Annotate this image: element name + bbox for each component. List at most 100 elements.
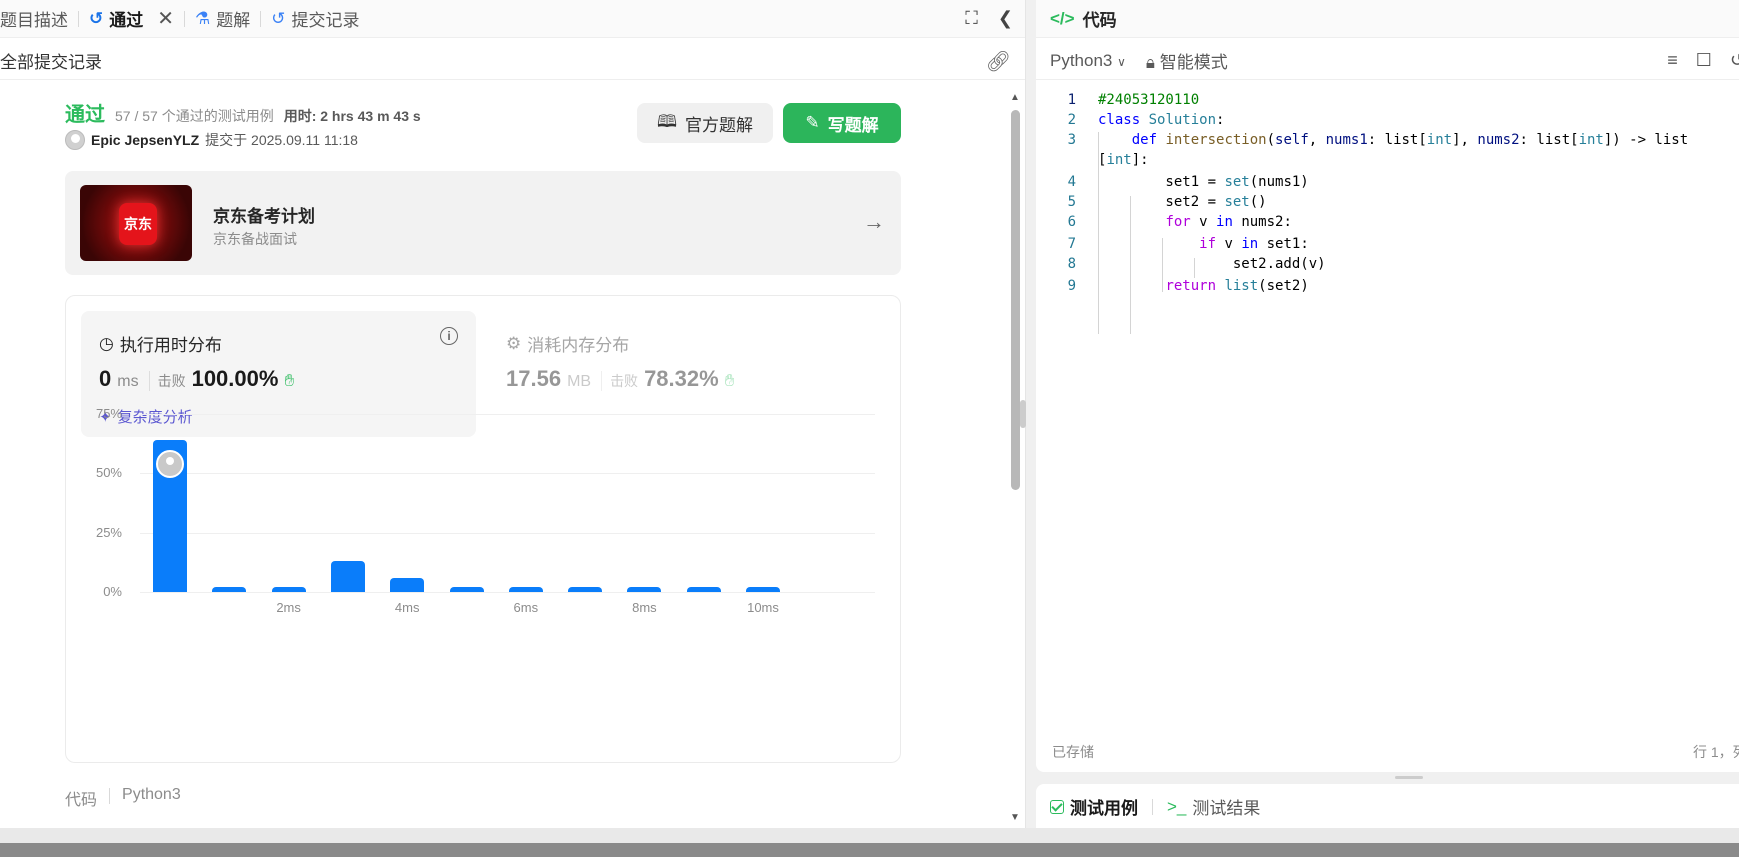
- tab-accepted-label: 通过: [109, 11, 144, 30]
- testcase-pane: 测试用例 >_ 测试结果: [1036, 784, 1739, 828]
- pane-resize-handle[interactable]: [1020, 400, 1026, 428]
- author-name[interactable]: Epic JepsenYLZ: [91, 132, 199, 148]
- code-token: if: [1199, 236, 1217, 252]
- y-tick-label: 0%: [103, 584, 122, 599]
- chevron-left-icon[interactable]: ❮: [998, 8, 1013, 29]
- scrollbar[interactable]: ▲ ▼: [1008, 92, 1022, 823]
- close-icon[interactable]: ✕: [157, 6, 174, 31]
- tab-description-label: 题目描述: [0, 11, 68, 30]
- gridline: [140, 414, 875, 415]
- x-tick-label: 10ms: [747, 600, 779, 615]
- line-number: 3: [1067, 132, 1076, 148]
- code-line: 3 def intersection(self, nums1: list[int…: [1036, 132, 1689, 154]
- author-line: Epic JepsenYLZ 提交于 2025.09.11 11:18: [65, 130, 358, 150]
- runtime-unit: ms: [117, 373, 139, 390]
- chart-bar[interactable]: [686, 587, 721, 592]
- write-solution-label: 写题解: [827, 115, 879, 135]
- chip-icon: ⚙: [506, 333, 522, 353]
- chart-bar[interactable]: [212, 587, 247, 592]
- tab-bar: 题目描述 ↺ 通过 ✕ ⚗ 题解 ↺ 提交记录 ⛶ ❮: [0, 0, 1025, 38]
- code-text: set1 = set(nums1): [1098, 174, 1309, 190]
- editor-toolbar: Python3 ∨ 🔒︎ 智能模式 ≡ ☐ ↺: [1036, 42, 1739, 80]
- runtime-beat-label: 击败: [148, 371, 186, 391]
- code-token: nums1: [1325, 132, 1368, 148]
- line-number: 5: [1067, 194, 1076, 210]
- code-editor[interactable]: 1 #24053120110 2 class Solution: 3 def int…: [1036, 88, 1739, 668]
- chart-bar[interactable]: [746, 587, 780, 592]
- code-token: int: [1426, 132, 1453, 148]
- official-solution-label: 官方题解: [685, 115, 754, 135]
- all-submissions-link[interactable]: 全部提交记录: [0, 48, 102, 73]
- scroll-up-icon[interactable]: ▲: [1010, 92, 1020, 103]
- language-select[interactable]: Python3 ∨: [1050, 51, 1126, 71]
- chart-bar[interactable]: [271, 587, 306, 592]
- official-solution-button[interactable]: 🕮︎ 官方题解: [637, 103, 773, 143]
- line-number: 6: [1067, 214, 1076, 230]
- memory-title-text: 消耗内存分布: [527, 336, 630, 355]
- user-avatar-marker: [156, 450, 184, 479]
- complexity-analysis-label: 复杂度分析: [117, 409, 193, 426]
- history-icon: ↺: [89, 8, 104, 28]
- avatar[interactable]: [65, 130, 85, 150]
- promo-image: 京东: [80, 185, 192, 261]
- code-token: in: [1216, 214, 1233, 230]
- lock-icon: 🔒︎: [1145, 53, 1155, 72]
- line-number: 2: [1067, 112, 1076, 128]
- line-number: 4: [1067, 174, 1076, 190]
- tab-description[interactable]: 题目描述: [0, 0, 78, 38]
- code-token: return: [1165, 278, 1217, 294]
- code-token: nums2: [1477, 132, 1520, 148]
- chart-bar[interactable]: [330, 561, 365, 592]
- code-token: self: [1275, 132, 1309, 148]
- code-line: 9 return list(set2): [1036, 278, 1309, 300]
- tab-test-result-label: 测试结果: [1192, 799, 1261, 818]
- format-icon[interactable]: ≡: [1667, 50, 1678, 71]
- memory-value: 17.56: [506, 366, 562, 391]
- code-language: Python3: [122, 786, 181, 803]
- x-tick-label: 4ms: [394, 600, 420, 615]
- tab-submissions[interactable]: ↺ 提交记录: [261, 0, 369, 38]
- fullscreen-icon[interactable]: ⛶: [965, 8, 978, 29]
- runtime-distribution-chart[interactable]: 0%25%50%75%2ms4ms6ms8ms10ms2ms4ms6ms8ms1…: [66, 406, 902, 857]
- memory-panel[interactable]: ⚙ 消耗内存分布 17.56 MB 击败 78.32% ✋︎: [506, 311, 886, 437]
- tab-submissions-label: 提交记录: [291, 11, 360, 30]
- chart-bar[interactable]: [508, 587, 543, 592]
- promo-subtitle: 京东备战面试: [213, 231, 297, 247]
- chart-bar[interactable]: [568, 587, 603, 592]
- code-token: int: [1578, 132, 1604, 148]
- smart-mode-toggle[interactable]: 🔒︎ 智能模式: [1146, 48, 1228, 73]
- code-section-header: 代码 Python3: [65, 786, 181, 810]
- tab-testcase[interactable]: 测试用例: [1050, 794, 1138, 819]
- reset-icon[interactable]: ↺: [1730, 50, 1739, 71]
- code-text: set2.add(v): [1098, 256, 1326, 272]
- y-tick-label: 50%: [95, 465, 122, 481]
- bookmark-icon[interactable]: ☐: [1696, 50, 1712, 71]
- app-root: 题目描述 ↺ 通过 ✕ ⚗ 题解 ↺ 提交记录 ⛶ ❮ 全部提交记录 🔗︎ 通过…: [0, 0, 1739, 857]
- result-summary: 通过 57 / 57 个通过的测试用例 用时: 2 hrs 43 m 43 s: [65, 98, 421, 127]
- line-number: 9: [1067, 278, 1076, 294]
- chart-bar[interactable]: [449, 587, 484, 592]
- horizontal-resize-handle[interactable]: [1395, 776, 1423, 779]
- link-icon[interactable]: 🔗︎: [986, 49, 1011, 74]
- editor-title: 代码: [1082, 11, 1117, 30]
- scroll-down-icon[interactable]: ▼: [1010, 812, 1020, 823]
- tab-test-result[interactable]: >_ 测试结果: [1167, 794, 1260, 819]
- code-token: Solution: [1148, 112, 1217, 128]
- code-line: 7 if v in set1:: [1036, 236, 1309, 258]
- chart-bar[interactable]: [390, 577, 425, 592]
- memory-values: 17.56 MB 击败 78.32% ✋︎: [506, 366, 734, 392]
- tab-accepted[interactable]: ↺ 通过 ✕: [79, 0, 184, 38]
- runtime-title: ◷ 执行用时分布: [99, 331, 222, 356]
- write-solution-button[interactable]: ✎ 写题解: [783, 103, 901, 143]
- chart-bar[interactable]: [627, 587, 662, 592]
- tab-solutions[interactable]: ⚗ 题解: [185, 0, 260, 38]
- scroll-thumb[interactable]: [1011, 110, 1020, 490]
- code-line: 5 set2 = set(): [1036, 194, 1267, 216]
- runtime-beat-value: 100.00%: [191, 366, 279, 391]
- code-token: def: [1131, 132, 1158, 148]
- runtime-panel[interactable]: ◷ 执行用时分布 i 0 ms 击败 100.00% ✋︎ ✦ 复杂度分析: [81, 311, 476, 437]
- language-select-value: Python3: [1050, 50, 1113, 70]
- info-icon[interactable]: i: [440, 327, 458, 345]
- memory-title: ⚙ 消耗内存分布: [506, 331, 629, 356]
- promo-banner[interactable]: 京东 京东备考计划 京东备战面试 →: [65, 171, 901, 275]
